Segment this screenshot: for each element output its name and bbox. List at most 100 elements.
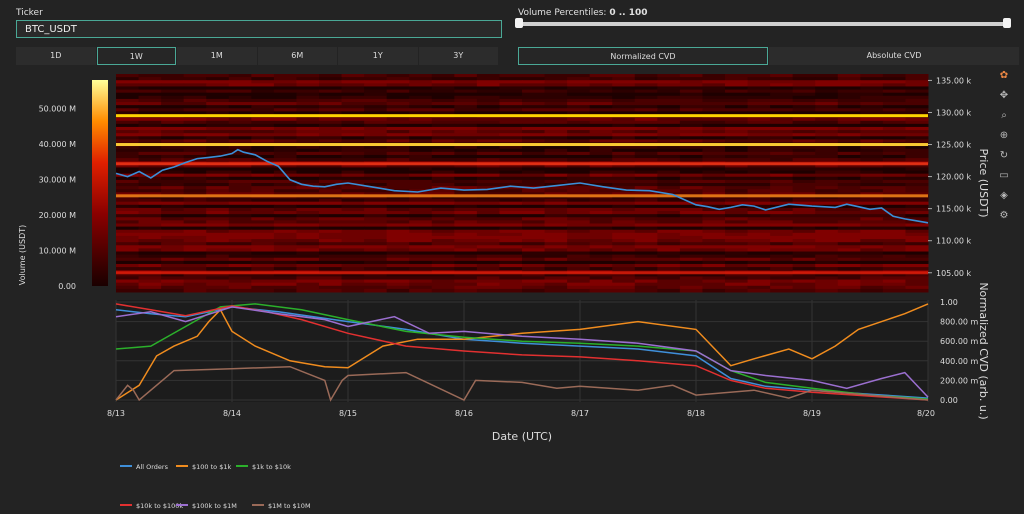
heatmap-cell [409, 167, 433, 172]
heatmap-cell [522, 263, 546, 268]
heatmap-cell [860, 148, 884, 153]
heatmap-cell [589, 204, 613, 209]
heatmap-cell [206, 204, 230, 209]
cvd-tick-label: 200.00 m [940, 376, 979, 385]
heatmap-cell [138, 98, 162, 103]
heatmap-cell [273, 211, 297, 215]
heatmap-cell [837, 176, 861, 181]
heatmap-cell [702, 123, 726, 128]
heatmap-cell [612, 198, 636, 203]
heatmap-cell [319, 189, 343, 193]
heatmap-cell [612, 167, 636, 172]
heatmap-cell [747, 260, 771, 265]
heatmap-cell [273, 95, 297, 100]
heatmap-cell [544, 267, 568, 271]
heatmap-cell [206, 288, 230, 293]
heatmap-cell [567, 217, 591, 221]
heatmap-cell [589, 133, 613, 137]
heatmap-cell [544, 211, 568, 215]
heatmap-cell [725, 214, 749, 218]
heatmap-cell [409, 220, 433, 224]
heatmap-cell [341, 108, 365, 112]
heatmap-cell [882, 204, 906, 209]
heatmap-cell [116, 74, 140, 78]
heatmap-cell [319, 130, 343, 134]
heatmap-cell [589, 77, 613, 81]
chart-area[interactable]: 50.000 M40.000 M30.000 M20.000 M10.000 M… [0, 0, 1024, 514]
heatmap-cell [837, 173, 861, 178]
heatmap-cell [386, 170, 410, 175]
heatmap-cell [161, 260, 185, 265]
heatmap-cell [792, 260, 816, 265]
heatmap-cell [792, 198, 816, 203]
heatmap-cell [815, 167, 839, 172]
heatmap-cell [905, 136, 929, 140]
heatmap-cell [657, 176, 681, 181]
heatmap-cell [544, 154, 568, 159]
heatmap-cell [183, 77, 207, 81]
heatmap-cell [454, 257, 478, 262]
heatmap-cell [161, 245, 185, 249]
heatmap-cell [522, 179, 546, 184]
heatmap-cell [905, 158, 929, 162]
heatmap-cell [499, 248, 523, 253]
heatmap-cell [837, 139, 861, 144]
heatmap-cell [251, 285, 275, 290]
heatmap-cell [296, 151, 320, 156]
heatmap-cell [364, 257, 388, 262]
heatmap-cell [499, 136, 523, 140]
heatmap-cell [725, 89, 749, 94]
heatmap-cell [409, 98, 433, 103]
heatmap-cell [567, 279, 591, 284]
heatmap-cell [409, 102, 433, 106]
heatmap-cell [522, 276, 546, 281]
heatmap-cell [386, 89, 410, 94]
heatmap-cell [544, 257, 568, 262]
heatmap-cell [882, 186, 906, 190]
heatmap-cell [409, 242, 433, 246]
heatmap-cell [544, 245, 568, 249]
heatmap-cell [634, 207, 658, 212]
cvd-axis-title: Normalized CVD (arb. u.) [977, 282, 990, 419]
heatmap-cell [905, 120, 929, 125]
heatmap-cell [860, 105, 884, 109]
heatmap-cell [905, 201, 929, 206]
heatmap-cell [454, 198, 478, 203]
heatmap-cell [386, 117, 410, 122]
heatmap-cell [815, 154, 839, 159]
heatmap-cell [522, 108, 546, 112]
heatmap-cell [341, 229, 365, 234]
heatmap-cell [431, 83, 455, 87]
heatmap-cell [228, 282, 252, 287]
heatmap-cell [206, 260, 230, 265]
heatmap-cell [702, 139, 726, 144]
heatmap-cell [747, 179, 771, 184]
heatmap-cell [657, 120, 681, 125]
date-tick-label: 8/19 [803, 409, 821, 418]
heatmap-cell [612, 204, 636, 209]
heatmap-cell [116, 120, 140, 125]
heatmap-cell [544, 126, 568, 131]
heatmap-cell [725, 223, 749, 228]
heatmap-cell [273, 226, 297, 231]
heatmap-cell [116, 123, 140, 128]
heatmap-cell [454, 89, 478, 94]
heatmap-cell [589, 267, 613, 271]
heatmap-cell [273, 117, 297, 122]
heatmap-cell [206, 257, 230, 262]
heatmap-cell [206, 245, 230, 249]
heatmap-cell [882, 95, 906, 100]
heatmap-cell [183, 260, 207, 265]
heatmap-cell [634, 105, 658, 109]
heatmap-cell [116, 260, 140, 265]
heatmap-cell [815, 176, 839, 181]
heatmap-cell [702, 117, 726, 122]
heatmap-cell [161, 148, 185, 153]
heatmap-cell [634, 77, 658, 81]
heatmap-cell [116, 201, 140, 206]
heatmap-cell [341, 220, 365, 224]
heatmap-cell [702, 276, 726, 281]
heatmap-cell [454, 108, 478, 112]
heatmap-cell [544, 120, 568, 125]
heatmap-cell [612, 260, 636, 265]
